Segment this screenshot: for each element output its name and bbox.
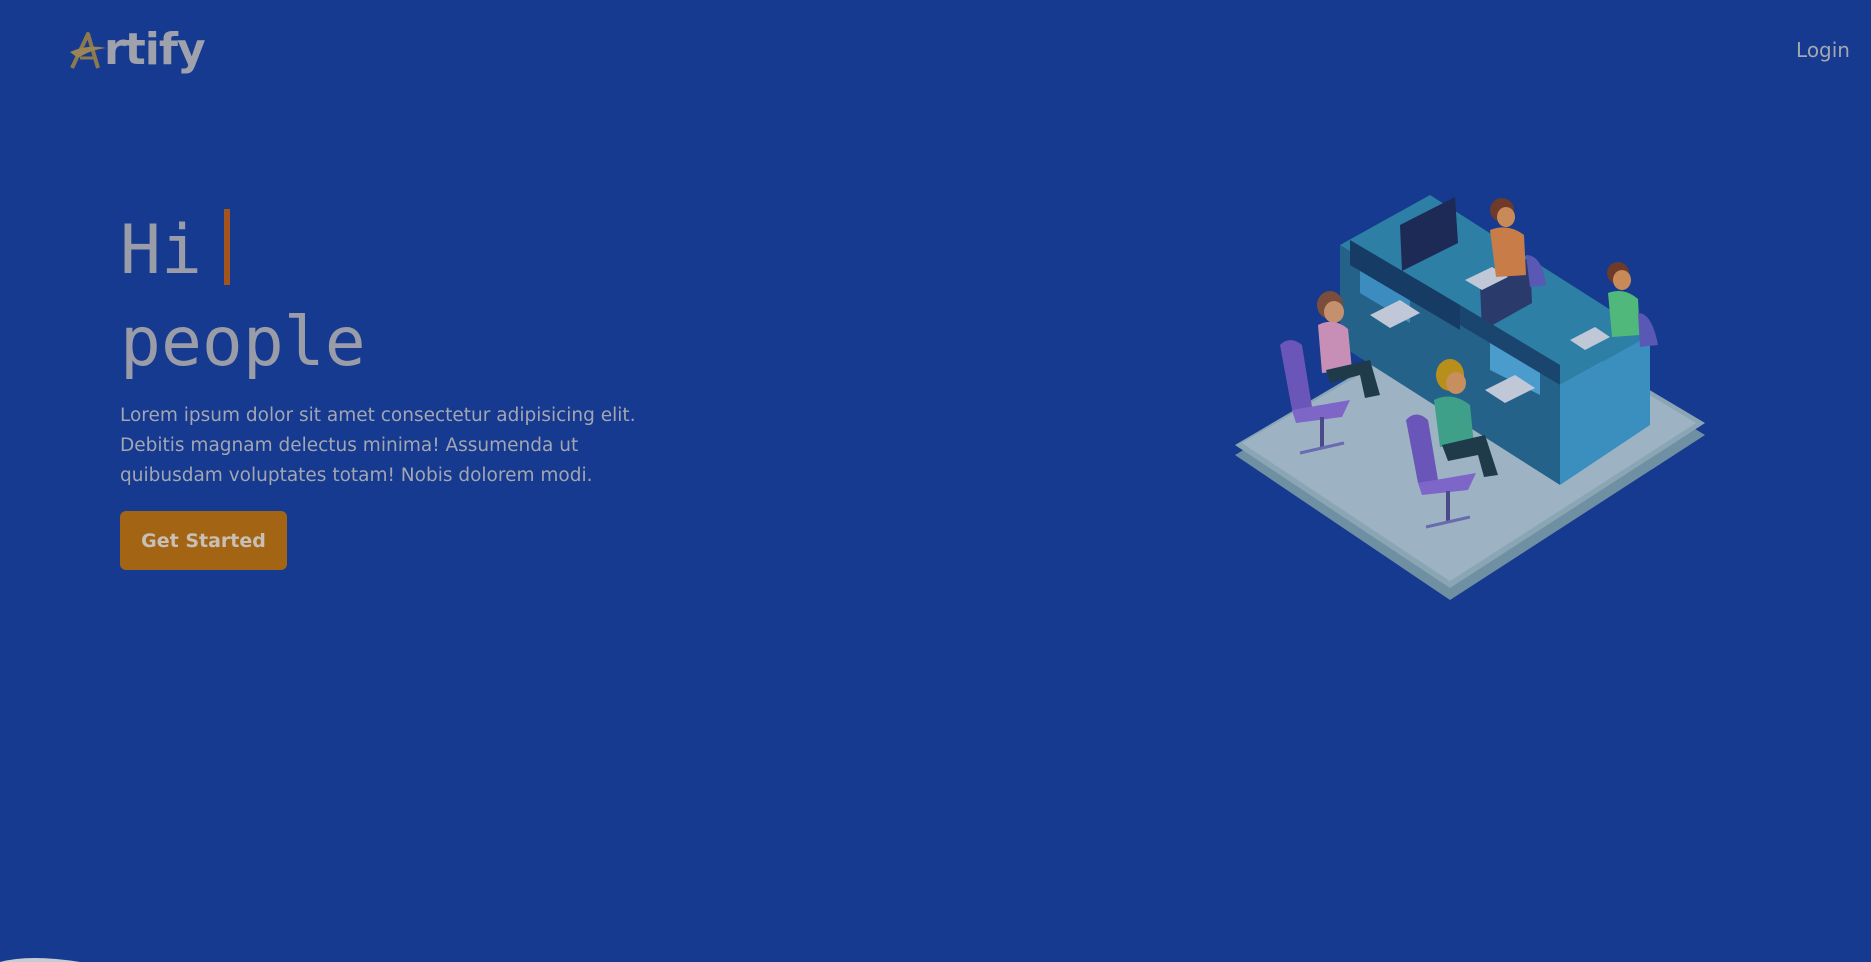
- get-started-button[interactable]: Get Started: [120, 511, 287, 570]
- brand-logo[interactable]: rtify: [68, 24, 206, 75]
- headline-line-2: people: [120, 303, 366, 382]
- hero-headline: Hi people: [120, 205, 680, 389]
- logo-star-icon: [70, 32, 106, 69]
- typing-cursor: [223, 209, 230, 285]
- brand-name: rtify: [104, 24, 206, 75]
- hero-description: Lorem ipsum dolor sit amet consectetur a…: [120, 405, 636, 486]
- headline-line-1: Hi: [120, 211, 202, 290]
- hero-section: Hi people Lorem ipsum dolor sit amet con…: [120, 205, 680, 570]
- office-workstation-illustration: [1230, 195, 1710, 615]
- login-link[interactable]: Login: [1796, 38, 1850, 62]
- bottom-wave-decoration: [0, 958, 80, 962]
- top-navbar: rtify Login: [0, 0, 1871, 110]
